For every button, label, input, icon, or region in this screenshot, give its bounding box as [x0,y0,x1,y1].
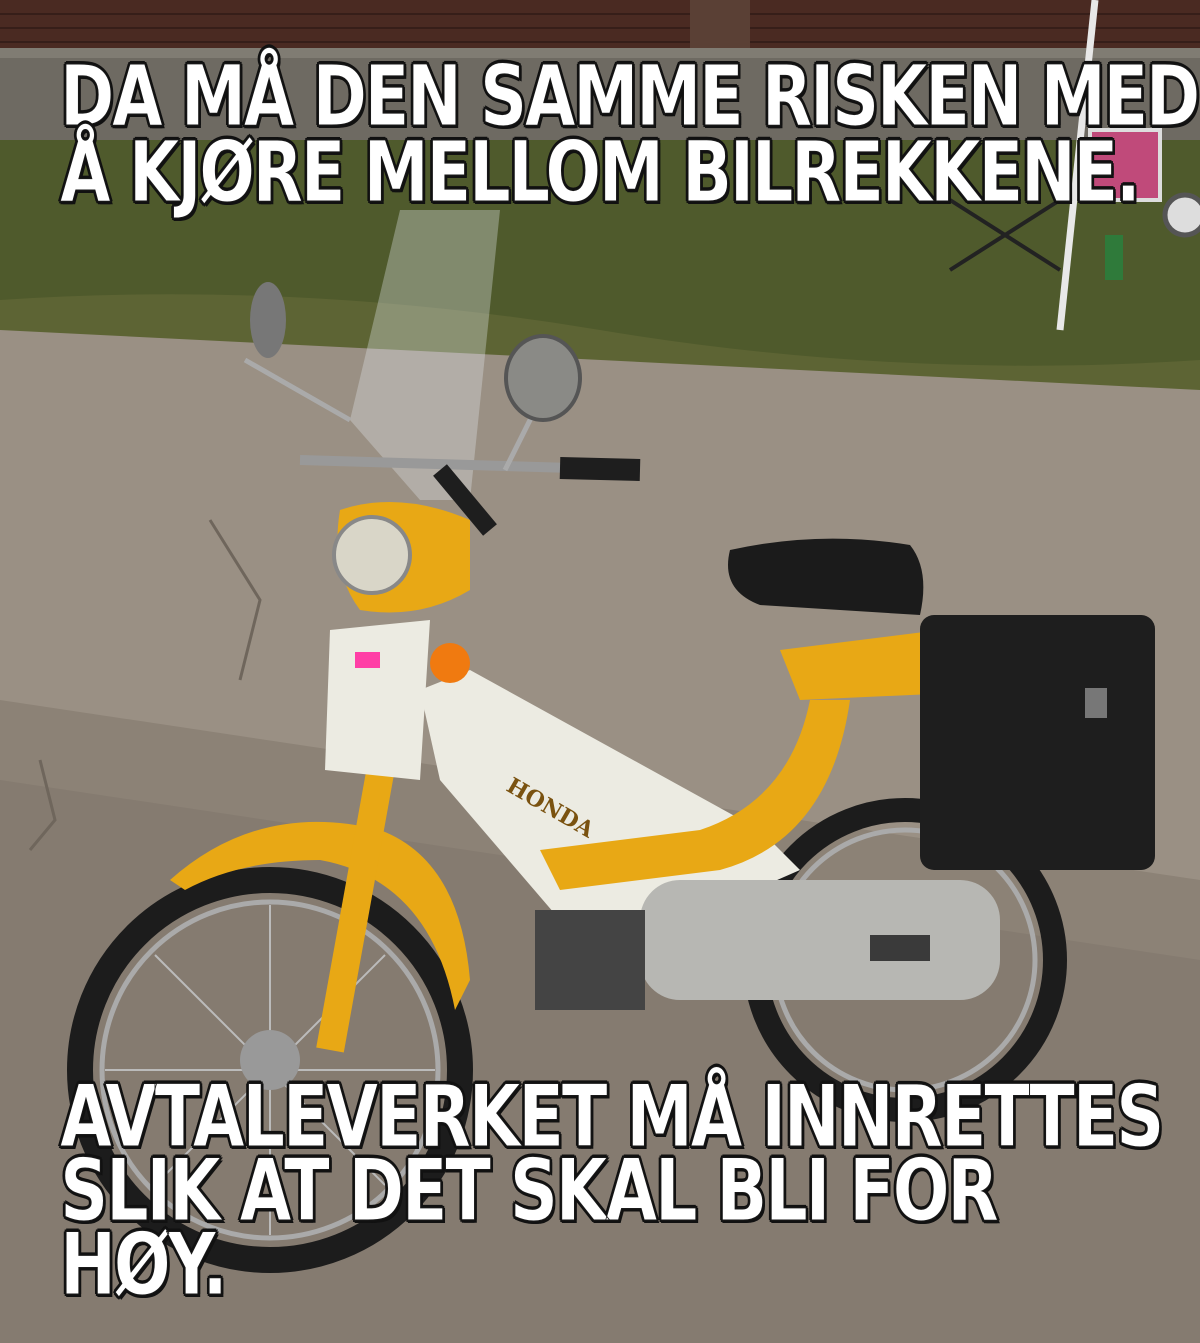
bottom-caption: AVTALEVERKET MÅ INNRETTES SLIK AT DET SK… [60,1074,1165,1309]
pink-sticker [355,652,380,668]
front-cowl [325,620,430,780]
headlight [332,515,412,595]
pedal [870,935,930,961]
grip-right [559,457,641,481]
bottle [1105,235,1123,280]
seat [728,538,924,615]
right-mirror [504,334,582,422]
turn-signal [430,643,470,683]
top-caption: DA MÅ DEN SAMME RISKEN MED Å KJØRE MELLO… [60,54,1200,221]
engine-cover [640,880,1000,1000]
left-mirror [250,282,286,358]
engine [535,910,645,1010]
top-caption-line: Å KJØRE MELLOM BILREKKENE. [60,123,1142,221]
saddle-bag [920,615,1155,870]
